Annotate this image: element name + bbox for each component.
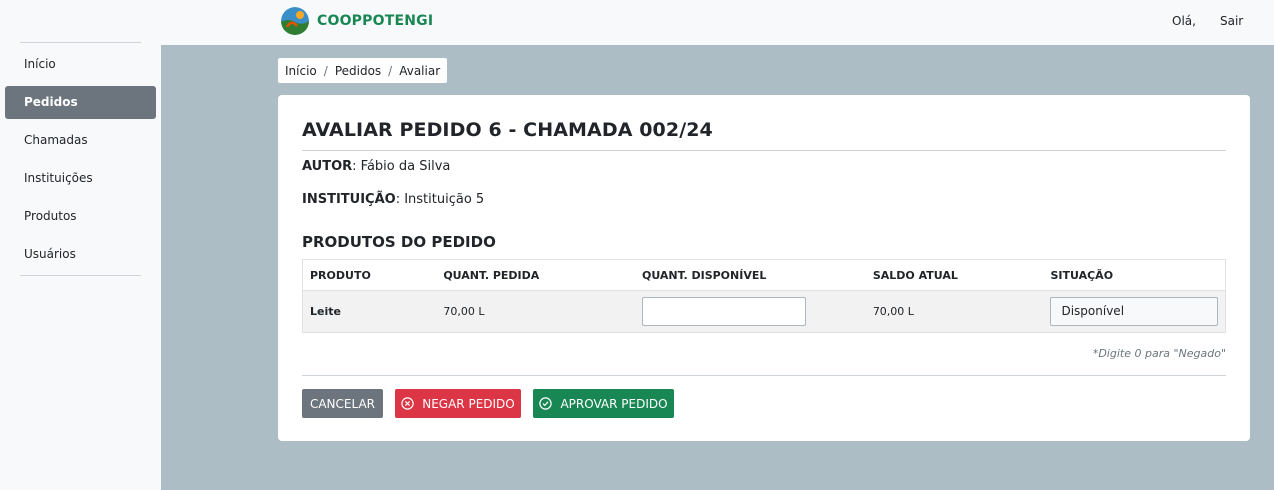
page-title: AVALIAR PEDIDO 6 - CHAMADA 002/24 [302,119,713,141]
col-header-available: QUANT. DISPONÍVEL [634,259,866,291]
breadcrumb-inicio[interactable]: Início [285,64,317,78]
status-cell: Disponível [1043,290,1227,333]
breadcrumb-current: Avaliar [399,63,441,78]
approve-order-label: APROVAR PEDIDO [560,396,668,411]
institution-label: INSTITUIÇÃO [302,192,396,207]
author-value: : Fábio da Silva [352,159,451,174]
cancel-button-label: CANCELAR [309,396,376,411]
zero-denied-hint: *Digite 0 para "Negado" [1092,347,1226,360]
cancel-button[interactable]: CANCELAR [302,389,383,418]
sidebar-divider-bottom [20,275,141,276]
title-divider [302,150,1226,151]
product-name: Leite [302,290,437,333]
current-balance: 70,00 L [865,290,1044,333]
deny-order-button[interactable]: NEGAR PEDIDO [395,389,521,418]
sidebar: Início Pedidos Chamadas Instituições Pro… [0,42,161,490]
col-header-product: PRODUTO [302,259,437,291]
status-field: Disponível [1050,297,1219,326]
sidebar-divider-top [20,42,141,43]
col-header-requested: QUANT. PEDIDA [436,259,635,291]
top-navbar: COOPPOTENGI Olá, Sair [0,0,1274,45]
check-circle-icon [539,397,553,410]
brand[interactable]: COOPPOTENGI [281,6,433,36]
available-quantity-input[interactable] [641,297,806,326]
x-circle-icon [401,397,414,410]
breadcrumb: Início / Pedidos / Avaliar [278,58,448,83]
sidebar-item-pedidos[interactable]: Pedidos [5,86,156,119]
products-section-title: PRODUTOS DO PEDIDO [302,233,496,251]
breadcrumb-separator: / [323,63,328,78]
approve-order-button[interactable]: APROVAR PEDIDO [533,389,674,418]
brand-logo-icon [281,7,309,35]
requested-quantity: 70,00 L [436,290,635,333]
author-label: AUTOR [302,159,353,174]
institution-line: INSTITUIÇÃO: Instituição 5 [302,192,484,207]
breadcrumb-separator: / [388,63,393,78]
sidebar-item-inicio[interactable]: Início [5,48,156,81]
breadcrumb-pedidos[interactable]: Pedidos [335,64,381,78]
user-greeting: Olá, [1172,14,1196,28]
evaluate-order-card: AVALIAR PEDIDO 6 - CHAMADA 002/24 AUTOR:… [278,95,1250,441]
sidebar-item-chamadas[interactable]: Chamadas [5,124,156,157]
sidebar-item-usuarios[interactable]: Usuários [5,238,156,271]
sidebar-item-produtos[interactable]: Produtos [5,200,156,233]
table-row: Leite 70,00 L 70,00 L Disponível [302,290,1227,333]
author-line: AUTOR: Fábio da Silva [302,159,450,174]
available-quantity-cell [634,290,866,333]
logout-link[interactable]: Sair [1220,14,1243,28]
brand-name: COOPPOTENGI [317,13,434,29]
products-table: PRODUTO QUANT. PEDIDA QUANT. DISPONÍVEL … [302,259,1227,333]
table-header-row: PRODUTO QUANT. PEDIDA QUANT. DISPONÍVEL … [302,259,1227,291]
sidebar-item-instituicoes[interactable]: Instituições [5,162,156,195]
deny-order-label: NEGAR PEDIDO [422,396,515,411]
institution-value: : Instituição 5 [395,192,485,207]
col-header-status: SITUAÇÃO [1043,259,1227,291]
actions-divider [302,375,1226,376]
col-header-balance: SALDO ATUAL [865,259,1044,291]
